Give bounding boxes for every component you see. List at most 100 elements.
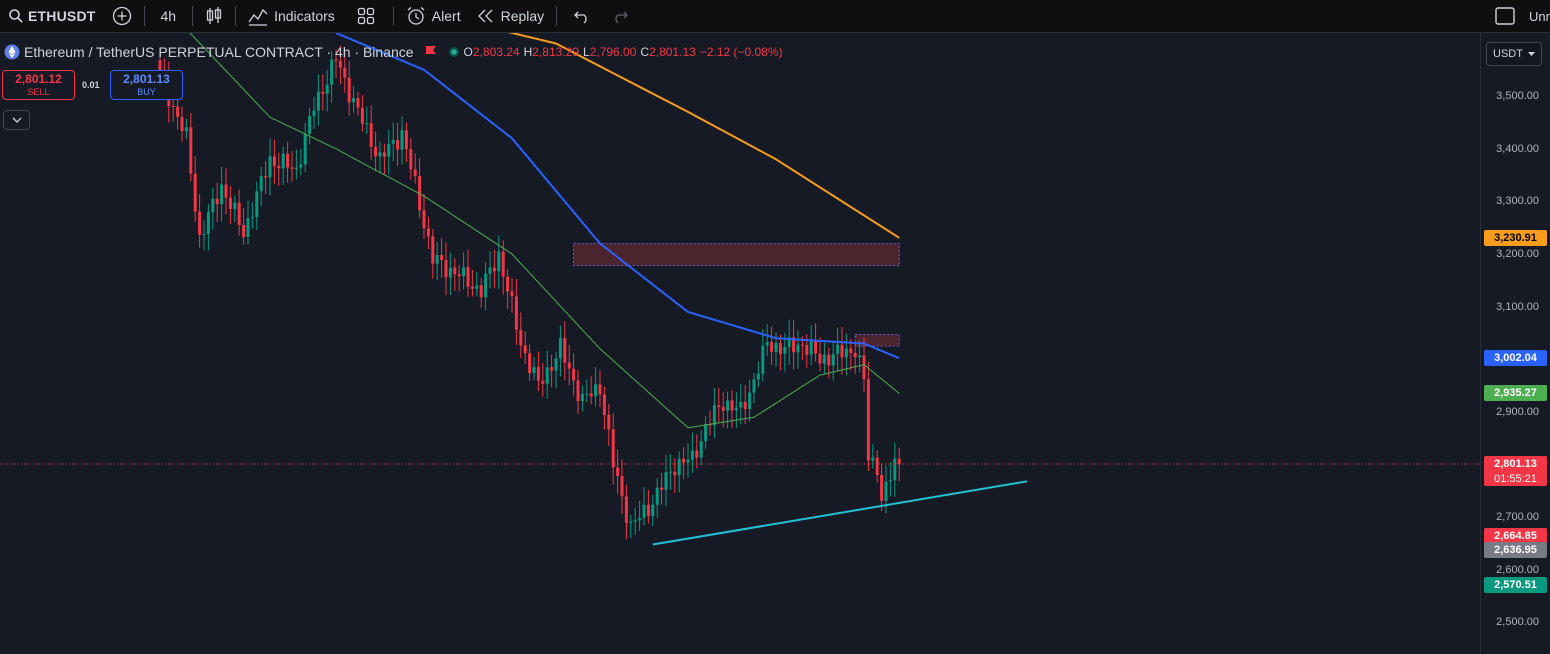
undo-icon bbox=[573, 8, 591, 24]
price-tick: 3,500.00 bbox=[1496, 90, 1539, 103]
buy-price: 2,801.13 bbox=[123, 72, 170, 86]
candle-body bbox=[726, 400, 730, 411]
candle-body bbox=[558, 338, 562, 359]
legend-title[interactable]: Ethereum / TetherUS PERPETUAL CONTRACT ·… bbox=[24, 44, 414, 60]
candle-body bbox=[409, 149, 413, 170]
candle-body bbox=[690, 450, 694, 460]
candle-body bbox=[281, 153, 285, 169]
candle-body bbox=[616, 467, 620, 477]
alert-button[interactable]: Alert bbox=[398, 0, 469, 32]
candle-body bbox=[897, 458, 901, 464]
candle-body bbox=[840, 344, 844, 358]
candle-body bbox=[492, 267, 496, 272]
candle-body bbox=[426, 228, 430, 237]
candle-body bbox=[818, 353, 822, 364]
candle-body bbox=[880, 475, 884, 501]
fullscreen-button[interactable] bbox=[1485, 0, 1525, 32]
candle-body bbox=[664, 472, 668, 490]
candle-body bbox=[660, 487, 664, 490]
candle-body bbox=[189, 127, 193, 174]
chart-type-button[interactable] bbox=[197, 0, 231, 32]
grid-icon bbox=[357, 7, 375, 25]
candle-body bbox=[369, 123, 373, 147]
candle-body bbox=[866, 379, 870, 461]
ohlc-change: −2.12 (−0.08%) bbox=[699, 45, 783, 59]
layouts-button[interactable] bbox=[343, 0, 389, 32]
price-tag: 2,801.13 01:55:21 bbox=[1484, 455, 1547, 486]
candle-body bbox=[704, 424, 708, 442]
price-tag: 3,002.04 bbox=[1484, 350, 1547, 367]
candle-body bbox=[809, 341, 813, 355]
price-tag-value: 2,801.13 bbox=[1494, 457, 1537, 470]
ethereum-logo-icon bbox=[4, 44, 20, 60]
sell-button[interactable]: 2,801.12 SELL bbox=[2, 70, 75, 100]
currency-select[interactable]: USDT bbox=[1486, 42, 1542, 66]
square-icon bbox=[1495, 7, 1515, 25]
candle-body bbox=[343, 67, 347, 78]
symbol-search[interactable]: ETHUSDT bbox=[0, 0, 104, 32]
high-label: H bbox=[523, 45, 533, 59]
price-axis[interactable]: 3,500.00 3,400.00 3,300.00 3,200.00 3,100.00… bbox=[1480, 33, 1550, 654]
candle-body bbox=[567, 362, 571, 369]
candle-body bbox=[620, 476, 624, 497]
candle-body bbox=[796, 344, 800, 353]
candle-body bbox=[277, 165, 281, 169]
candle-body bbox=[814, 341, 818, 354]
candle-body bbox=[761, 345, 765, 374]
candle-body bbox=[739, 401, 743, 408]
candle-body bbox=[299, 164, 303, 168]
indicators-button[interactable]: Indicators bbox=[240, 0, 343, 32]
candle-body bbox=[360, 107, 364, 124]
candle-body bbox=[404, 130, 408, 150]
collapse-toggle[interactable] bbox=[3, 110, 30, 130]
moving-average-orange bbox=[507, 33, 900, 239]
sell-price: 2,801.12 bbox=[15, 72, 62, 86]
candle-body bbox=[378, 152, 382, 157]
candle-body bbox=[387, 143, 391, 157]
caret-down-icon bbox=[1528, 52, 1535, 56]
candle-body bbox=[554, 358, 558, 371]
price-tag: 3,230.91 bbox=[1484, 229, 1547, 246]
candle-body bbox=[875, 457, 879, 476]
candle-body bbox=[391, 139, 395, 144]
candle-body bbox=[325, 84, 329, 94]
candle-body bbox=[228, 197, 232, 210]
candle-body bbox=[528, 353, 532, 374]
candle-body bbox=[470, 286, 474, 289]
candle-body bbox=[250, 217, 254, 219]
candle-body bbox=[598, 384, 602, 395]
toolbar-divider bbox=[192, 6, 194, 26]
candle-body bbox=[699, 441, 703, 458]
rewind-icon bbox=[477, 8, 495, 24]
candle-body bbox=[655, 487, 659, 505]
candle-body bbox=[849, 348, 853, 353]
candle-body bbox=[184, 127, 188, 132]
unnamed-layout-label[interactable]: Unr bbox=[1525, 0, 1550, 32]
candle-body bbox=[206, 212, 210, 234]
undo-button[interactable] bbox=[561, 0, 603, 32]
replay-button[interactable]: Replay bbox=[469, 0, 553, 32]
low-value: 2,796.00 bbox=[589, 45, 637, 59]
candle-body bbox=[611, 429, 615, 468]
candle-body bbox=[752, 379, 756, 393]
candle-body bbox=[827, 354, 831, 366]
toolbar-divider bbox=[556, 6, 558, 26]
flag-icon[interactable] bbox=[424, 45, 438, 59]
compare-button[interactable] bbox=[104, 0, 140, 32]
price-chart[interactable] bbox=[0, 33, 1480, 654]
candle-body bbox=[589, 393, 593, 397]
price-tick: 3,300.00 bbox=[1496, 195, 1539, 208]
candle-body bbox=[893, 458, 897, 481]
buy-button[interactable]: 2,801.13 BUY bbox=[110, 70, 183, 100]
candle-body bbox=[193, 173, 197, 212]
candle-body bbox=[871, 457, 875, 461]
trendline bbox=[652, 480, 1027, 546]
candle-body bbox=[308, 115, 312, 134]
candle-body bbox=[365, 123, 369, 125]
redo-button[interactable] bbox=[603, 0, 637, 32]
interval-button[interactable]: 4h bbox=[149, 0, 189, 32]
candle-body bbox=[514, 296, 518, 330]
price-tick: 3,100.00 bbox=[1496, 300, 1539, 313]
candle-body bbox=[462, 267, 466, 277]
candle-body bbox=[624, 496, 628, 523]
